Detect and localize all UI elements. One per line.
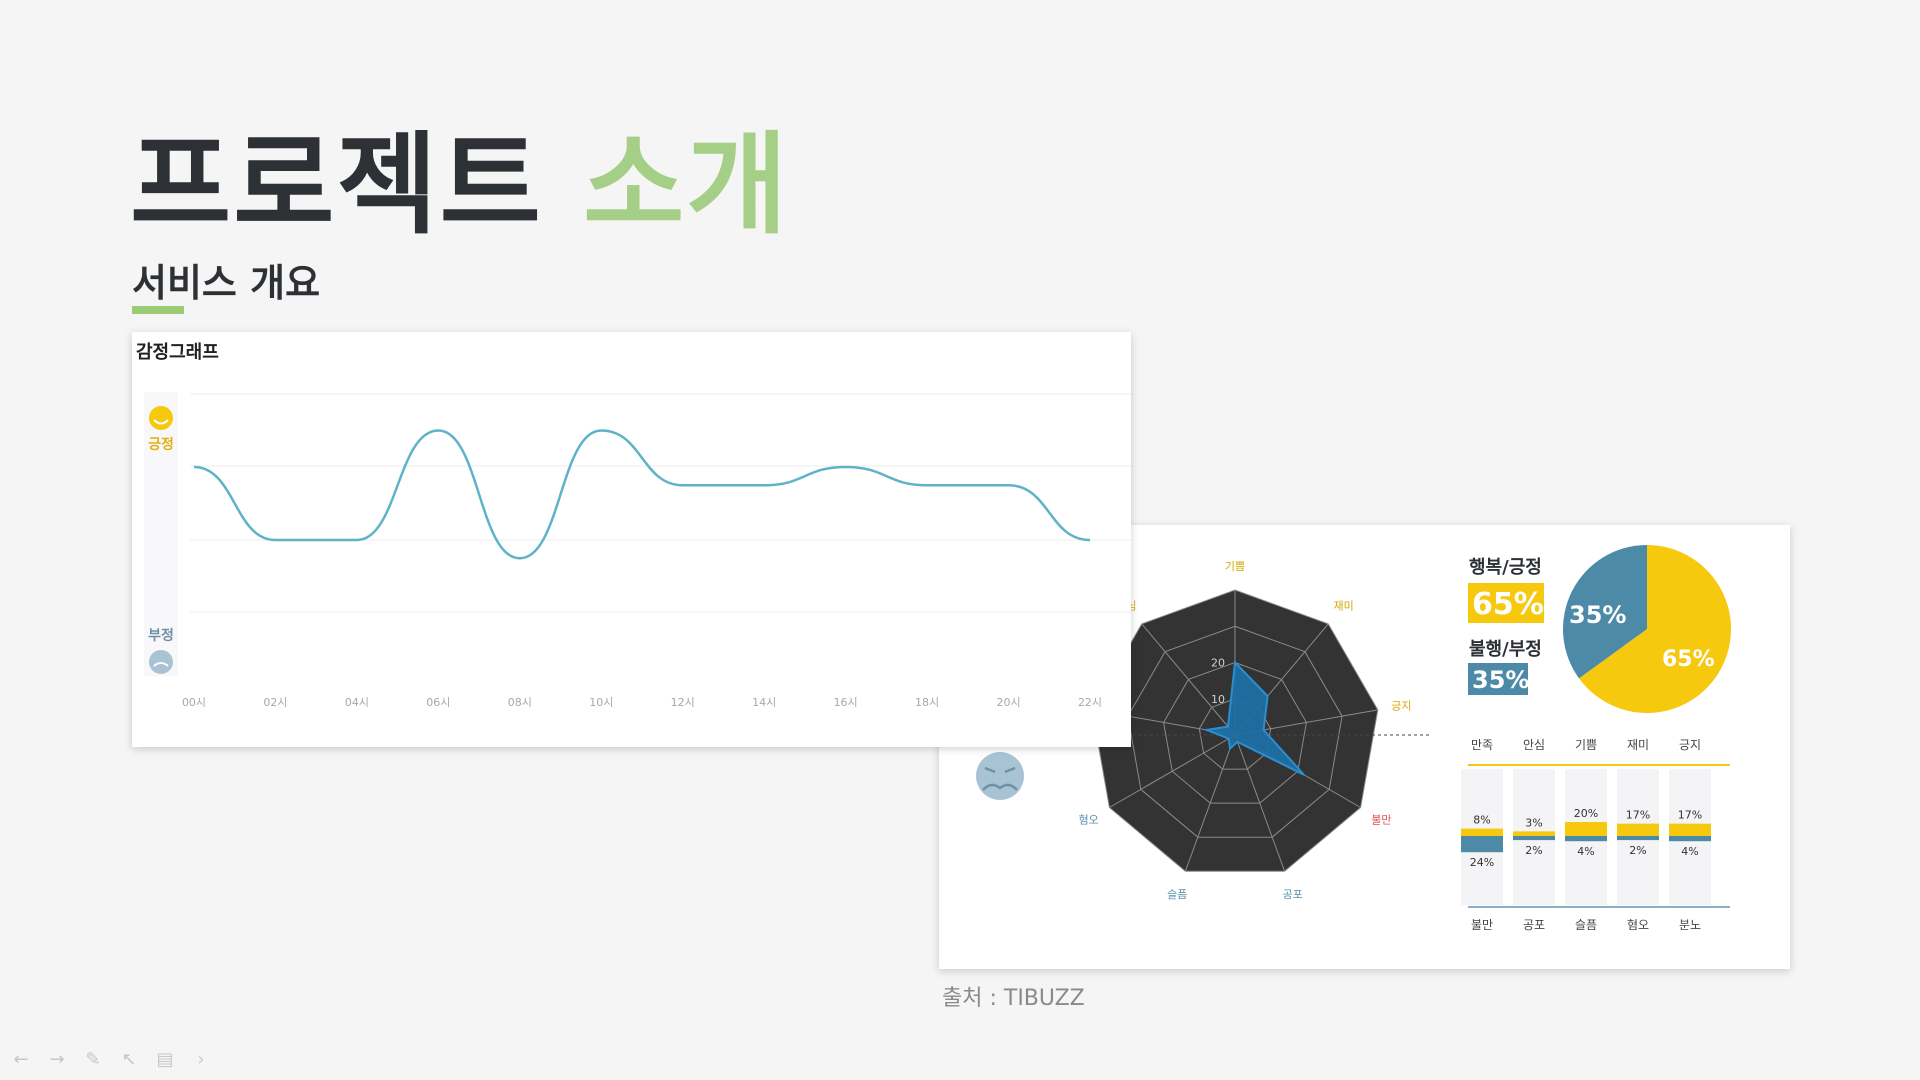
bar-positive-value: 20%	[1574, 807, 1598, 820]
bar-top-category: 만족	[1471, 738, 1493, 752]
angry-face-icon	[976, 752, 1024, 800]
negative-axis-label: 부정	[148, 627, 174, 644]
bar-positive	[1617, 823, 1659, 836]
bar-positive	[1669, 823, 1711, 836]
bar-positive-value: 8%	[1473, 814, 1490, 827]
radar-tick-label: 10	[1211, 693, 1225, 706]
bar-negative-value: 2%	[1629, 844, 1646, 857]
bar-negative	[1513, 836, 1555, 841]
pie-positive-label: 65%	[1662, 647, 1715, 672]
subtitle-underline	[132, 306, 184, 314]
bar-top-category: 안심	[1523, 738, 1545, 752]
emotion-graph-card: 감정그래프 긍정 부정 00시 02시 04시 06시 08시 10시 12시 14시 16시 1…	[132, 332, 1131, 747]
happy-face-icon	[149, 406, 173, 430]
x-tick-label: 10시	[589, 696, 613, 709]
bar-positive	[1565, 822, 1607, 836]
slide-title: 프로젝트 소개	[130, 130, 790, 240]
radar-axis-label: 혐오	[1079, 814, 1099, 827]
bar-bottom-category: 분노	[1679, 918, 1701, 932]
x-tick-label: 18시	[915, 696, 939, 709]
positive-pct: 65%	[1472, 587, 1544, 622]
bar-negative	[1565, 836, 1607, 842]
arrow-right-icon[interactable]: →	[46, 1048, 68, 1070]
bar-bottom-category: 불만	[1471, 918, 1493, 932]
bar-negative-value: 4%	[1577, 845, 1594, 858]
bar-top-category: 긍지	[1679, 738, 1701, 752]
negative-label: 불행/부정	[1469, 639, 1542, 660]
page-icon[interactable]: ▤	[154, 1048, 176, 1070]
bar-negative	[1617, 836, 1659, 841]
bar-chart: 만족불만 8% 24% 안심공포 3% 2% 기쁨슬픔 20% 4% 재미혐오 17% 2% 긍지분노 1…	[1461, 738, 1730, 932]
slide-subtitle: 서비스 개요	[132, 261, 321, 305]
bar-positive-value: 3%	[1525, 816, 1542, 829]
source-caption: 출처 : TIBUZZ	[942, 986, 1085, 1011]
line-chart: 00시 02시 04시 06시 08시 10시 12시 14시 16시 18시 20시 22시	[182, 393, 1131, 709]
bar-negative-value: 2%	[1525, 844, 1542, 857]
x-tick-label: 00시	[182, 696, 206, 709]
x-tick-label: 22시	[1078, 696, 1102, 709]
x-tick-label: 08시	[508, 696, 532, 709]
x-tick-label: 02시	[263, 696, 287, 709]
bar-negative	[1669, 836, 1711, 842]
positive-axis-label: 긍정	[148, 436, 174, 453]
x-tick-label: 12시	[671, 696, 695, 709]
radar-axis-label: 공포	[1283, 888, 1303, 901]
x-tick-label: 16시	[834, 696, 858, 709]
bar-bottom-category: 공포	[1523, 918, 1545, 932]
bar-top-category: 기쁨	[1575, 738, 1597, 752]
pen-icon[interactable]: ✎	[82, 1048, 104, 1070]
bar-bottom-category: 슬픔	[1575, 918, 1597, 932]
pie-chart	[1563, 545, 1731, 713]
pie-negative-label: 35%	[1569, 601, 1626, 629]
bar-negative	[1461, 836, 1503, 853]
radar-axis-label: 슬픔	[1167, 888, 1187, 901]
bar-bottom-category: 혐오	[1627, 918, 1649, 932]
x-tick-label: 14시	[752, 696, 776, 709]
bar-positive	[1513, 831, 1555, 836]
radar-axis-label: 긍지	[1391, 700, 1411, 713]
x-tick-label: 20시	[996, 696, 1020, 709]
x-tick-label: 06시	[426, 696, 450, 709]
radar-tick-label: 20	[1211, 657, 1225, 670]
presentation-toolbar: ← → ✎ ↖ ▤ ›	[10, 1048, 212, 1070]
bar-top-category: 재미	[1627, 738, 1649, 752]
bar-negative-value: 4%	[1681, 845, 1698, 858]
bar-negative-value: 24%	[1470, 856, 1494, 869]
series-line	[193, 429, 1091, 560]
slide-title-accent: 소개	[583, 121, 790, 249]
radar-axis-label: 재미	[1334, 600, 1354, 613]
x-tick-label: 04시	[345, 696, 369, 709]
sad-face-icon	[149, 650, 173, 674]
chevron-right-icon[interactable]: ›	[190, 1048, 212, 1070]
arrow-left-icon[interactable]: ←	[10, 1048, 32, 1070]
radar-axis-label: 기쁨	[1225, 560, 1245, 573]
bar-positive	[1461, 828, 1503, 836]
pointer-icon[interactable]: ↖	[118, 1048, 140, 1070]
radar-axis-label: 불만	[1371, 814, 1391, 827]
bar-positive-value: 17%	[1678, 809, 1702, 822]
positive-label: 행복/긍정	[1469, 557, 1542, 578]
negative-pct: 35%	[1472, 666, 1529, 694]
bar-positive-value: 17%	[1626, 809, 1650, 822]
slide-title-main: 프로젝트	[130, 121, 543, 249]
